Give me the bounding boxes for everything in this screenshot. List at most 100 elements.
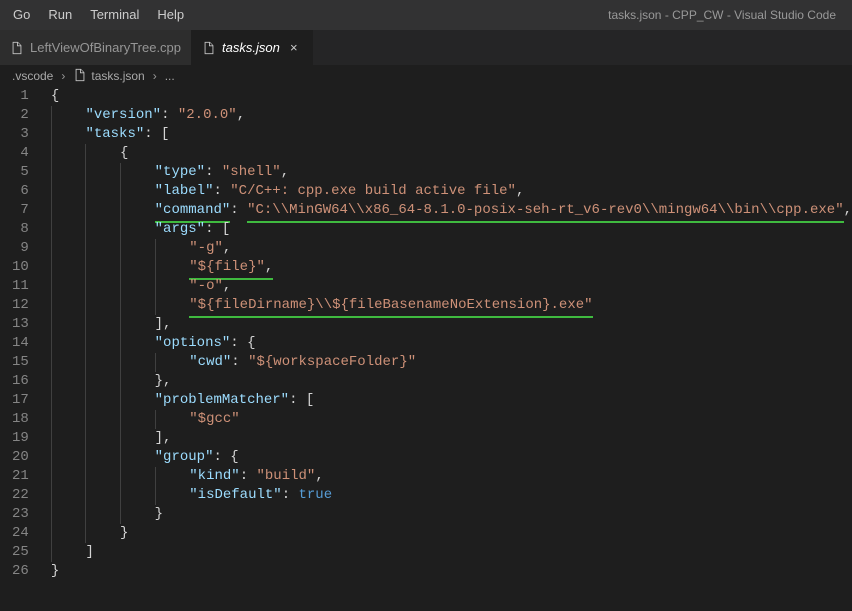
- chevron-right-icon: [57, 69, 69, 83]
- token-brace: ]: [85, 544, 93, 560]
- line-number: 1: [0, 87, 29, 106]
- code-line[interactable]: "command": "C:\\MinGW64\\x86_64-8.1.0-po…: [51, 201, 852, 220]
- line-number: 4: [0, 144, 29, 163]
- token-key: "problemMatcher": [155, 392, 289, 408]
- code-line[interactable]: "cwd": "${workspaceFolder}": [51, 353, 852, 372]
- code-line[interactable]: "kind": "build",: [51, 467, 852, 486]
- code-line[interactable]: }: [51, 562, 852, 581]
- menu-item-run[interactable]: Run: [39, 0, 81, 30]
- token-brace: : {: [230, 335, 255, 351]
- token-str: "${workspaceFolder}": [248, 354, 416, 370]
- token-str: "shell": [222, 164, 281, 180]
- token-brace: :: [205, 164, 222, 180]
- code-line[interactable]: "isDefault": true: [51, 486, 852, 505]
- line-number: 21: [0, 467, 29, 486]
- menu-item-terminal[interactable]: Terminal: [81, 0, 148, 30]
- line-number-gutter: 1234567891011121314151617181920212223242…: [0, 87, 47, 611]
- line-number: 5: [0, 163, 29, 182]
- breadcrumb-item[interactable]: ...: [165, 69, 175, 83]
- tab-leftviewofbinarytree-cpp[interactable]: LeftViewOfBinaryTree.cpp: [0, 30, 192, 65]
- token-key: "label": [155, 183, 214, 199]
- code-line[interactable]: "${fileDirname}\\${fileBasenameNoExtensi…: [51, 296, 852, 315]
- token-str: "C:\\MinGW64\\x86_64-8.1.0-posix-seh-rt_…: [247, 201, 844, 223]
- code-line[interactable]: }: [51, 524, 852, 543]
- breadcrumbs[interactable]: .vscode tasks.json...: [0, 65, 852, 87]
- token-brace: }: [51, 563, 59, 579]
- line-number: 22: [0, 486, 29, 505]
- code-line[interactable]: "label": "C/C++: cpp.exe build active fi…: [51, 182, 852, 201]
- code-line[interactable]: "problemMatcher": [: [51, 391, 852, 410]
- token-str: "-o": [189, 278, 223, 294]
- tab-label: tasks.json: [222, 40, 280, 55]
- line-number: 12: [0, 296, 29, 315]
- code-line[interactable]: {: [51, 87, 852, 106]
- line-number: 7: [0, 201, 29, 220]
- menu-item-go[interactable]: Go: [4, 0, 39, 30]
- token-brace: : [: [289, 392, 314, 408]
- menubar: GoRunTerminalHelp tasks.json - CPP_CW - …: [0, 0, 852, 30]
- token-key: "tasks": [85, 126, 144, 142]
- chevron-right-icon: [149, 69, 161, 83]
- tab-tasks-json[interactable]: tasks.json ×: [192, 30, 313, 65]
- code-line[interactable]: }: [51, 505, 852, 524]
- code-line[interactable]: "${file}",: [51, 258, 852, 277]
- file-icon: [73, 68, 87, 85]
- menu-items: GoRunTerminalHelp: [4, 0, 193, 30]
- line-number: 8: [0, 220, 29, 239]
- menu-item-help[interactable]: Help: [148, 0, 193, 30]
- window-title: tasks.json - CPP_CW - Visual Studio Code: [608, 8, 836, 22]
- line-number: 13: [0, 315, 29, 334]
- code-line[interactable]: "options": {: [51, 334, 852, 353]
- token-brace: :: [213, 183, 230, 199]
- token-key: "type": [155, 164, 205, 180]
- token-brace: :: [240, 468, 257, 484]
- token-brace: :: [161, 107, 178, 123]
- line-number: 19: [0, 429, 29, 448]
- code-line[interactable]: },: [51, 372, 852, 391]
- line-number: 25: [0, 543, 29, 562]
- token-key: "args": [155, 221, 205, 237]
- code-line[interactable]: "-o",: [51, 277, 852, 296]
- code-line[interactable]: "tasks": [: [51, 125, 852, 144]
- breadcrumb-item[interactable]: tasks.json: [91, 69, 144, 83]
- code-line[interactable]: "-g",: [51, 239, 852, 258]
- token-key: "kind": [189, 468, 239, 484]
- token-brace: ,: [844, 202, 852, 218]
- line-number: 24: [0, 524, 29, 543]
- token-brace: }: [155, 506, 163, 522]
- tab-label: LeftViewOfBinaryTree.cpp: [30, 40, 181, 55]
- token-brace: ],: [155, 430, 172, 446]
- line-number: 11: [0, 277, 29, 296]
- code-line[interactable]: "version": "2.0.0",: [51, 106, 852, 125]
- token-str: "${fileDirname}\\${fileBasenameNoExtensi…: [189, 296, 592, 318]
- token-brace: ,: [315, 468, 323, 484]
- token-brace: ,: [223, 278, 231, 294]
- line-number: 16: [0, 372, 29, 391]
- code-line[interactable]: "$gcc": [51, 410, 852, 429]
- code-line[interactable]: {: [51, 144, 852, 163]
- code-line[interactable]: ]: [51, 543, 852, 562]
- token-brace: ,: [223, 240, 231, 256]
- line-number: 20: [0, 448, 29, 467]
- token-key: "cwd": [189, 354, 231, 370]
- line-number: 18: [0, 410, 29, 429]
- token-str: "$gcc": [189, 411, 239, 427]
- token-brace: ,: [281, 164, 289, 180]
- code-line[interactable]: "group": {: [51, 448, 852, 467]
- line-number: 15: [0, 353, 29, 372]
- token-str: "2.0.0": [178, 107, 237, 123]
- editor[interactable]: 1234567891011121314151617181920212223242…: [0, 87, 852, 611]
- token-brace: : [: [205, 221, 230, 237]
- token-key: "isDefault": [189, 487, 281, 503]
- code-area[interactable]: { "version": "2.0.0", "tasks": [ { "type…: [47, 87, 852, 611]
- line-number: 2: [0, 106, 29, 125]
- line-number: 10: [0, 258, 29, 277]
- breadcrumb-item[interactable]: .vscode: [12, 69, 53, 83]
- close-icon[interactable]: ×: [286, 40, 302, 55]
- code-line[interactable]: ],: [51, 429, 852, 448]
- line-number: 17: [0, 391, 29, 410]
- token-bool: true: [299, 487, 333, 503]
- line-number: 23: [0, 505, 29, 524]
- code-line[interactable]: "type": "shell",: [51, 163, 852, 182]
- token-key: "version": [85, 107, 161, 123]
